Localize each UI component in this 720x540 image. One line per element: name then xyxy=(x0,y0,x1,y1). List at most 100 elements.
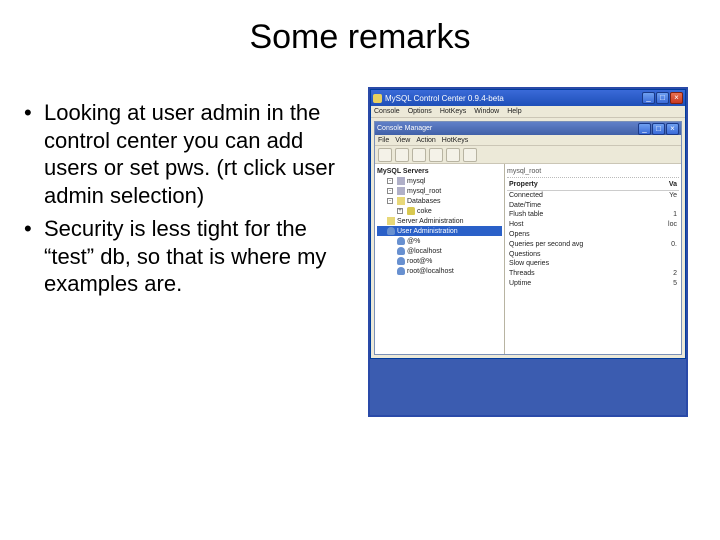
property-key: Threads xyxy=(509,269,535,279)
tree-item[interactable]: root@localhost xyxy=(377,266,502,276)
toolbar-button[interactable] xyxy=(429,148,443,162)
menu-item[interactable]: Action xyxy=(416,137,435,144)
property-key: Uptime xyxy=(509,279,531,289)
console-body: MySQL Servers - mysql - mysql_root - Database… xyxy=(375,164,681,354)
property-row: Host loc xyxy=(507,220,679,230)
serv-icon xyxy=(397,177,405,185)
user-icon xyxy=(397,267,405,275)
menu-item[interactable]: HotKeys xyxy=(442,137,468,144)
folder-icon xyxy=(397,197,405,205)
console-window: Console Manager _ □ × File View Action H… xyxy=(374,121,682,355)
property-key: Opens xyxy=(509,230,530,240)
tree-item-label: Databases xyxy=(407,198,440,205)
property-row: Slow queries xyxy=(507,259,679,269)
property-row: Threads 2 xyxy=(507,269,679,279)
tree-item-label: Server Administration xyxy=(397,218,464,225)
tree-root[interactable]: MySQL Servers xyxy=(377,167,502,176)
user-icon xyxy=(397,247,405,255)
properties-section: mysql_root xyxy=(507,167,679,178)
tree-item[interactable]: - mysql_root xyxy=(377,186,502,196)
tree-item[interactable]: Server Administration xyxy=(377,216,502,226)
tree-expander-icon[interactable]: - xyxy=(387,178,393,184)
tree-expander-icon[interactable]: - xyxy=(387,188,393,194)
property-key: Flush table xyxy=(509,210,543,220)
property-row: ConnectedYe xyxy=(507,191,679,201)
bullet-item: Looking at user admin in the control cen… xyxy=(20,99,360,209)
tree-item[interactable]: @% xyxy=(377,236,502,246)
bullet-list: Looking at user admin in the control cen… xyxy=(20,87,360,417)
tree-item-label: root@localhost xyxy=(407,268,454,275)
menu-item[interactable]: HotKeys xyxy=(440,108,466,115)
toolbar-button[interactable] xyxy=(378,148,392,162)
property-row: Queries per second avg 0. xyxy=(507,240,679,250)
maximize-button[interactable]: □ xyxy=(652,123,665,135)
inner-titlebar: Console Manager _ □ × xyxy=(375,122,681,135)
slide-body: Looking at user admin in the control cen… xyxy=(0,67,720,417)
property-value: loc xyxy=(668,220,677,230)
inner-menubar: File View Action HotKeys xyxy=(375,135,681,146)
inner-window-title: Console Manager xyxy=(377,125,432,132)
tree-item-label: @localhost xyxy=(407,248,442,255)
property-row: Flush table 1 xyxy=(507,210,679,220)
menu-item[interactable]: Help xyxy=(507,108,521,115)
tree-item-label: @% xyxy=(407,238,420,245)
server-tree[interactable]: MySQL Servers - mysql - mysql_root - Database… xyxy=(375,164,505,354)
tree-item[interactable]: - Databases xyxy=(377,196,502,206)
property-key: Questions xyxy=(509,250,541,260)
maximize-button[interactable]: □ xyxy=(656,92,669,104)
property-value: 2 xyxy=(673,269,677,279)
close-button[interactable]: × xyxy=(670,92,683,104)
outer-titlebar: MySQL Control Center 0.9.4-beta _ □ × xyxy=(371,90,685,106)
property-value: 0. xyxy=(671,240,677,250)
tree-item[interactable]: - mysql xyxy=(377,176,502,186)
property-key: Date/Time xyxy=(509,201,541,211)
property-key: Queries per second avg xyxy=(509,240,583,250)
user-icon xyxy=(397,237,405,245)
toolbar-button[interactable] xyxy=(446,148,460,162)
property-value: 1 xyxy=(673,210,677,220)
menu-item[interactable]: View xyxy=(395,137,410,144)
property-row: Date/Time xyxy=(507,201,679,211)
screenshot-figure: MySQL Control Center 0.9.4-beta _ □ × Co… xyxy=(368,87,688,417)
user-icon xyxy=(387,227,395,235)
toolbar-button[interactable] xyxy=(412,148,426,162)
tree-item[interactable]: User Administration xyxy=(377,226,502,236)
tree-expander-icon[interactable]: + xyxy=(397,208,403,214)
menu-item[interactable]: Console xyxy=(374,108,400,115)
property-row: Uptime 5 xyxy=(507,279,679,289)
property-row: Questions xyxy=(507,250,679,260)
property-value: 5 xyxy=(673,279,677,289)
tree-item-label: root@% xyxy=(407,258,432,265)
props-col-value: Va xyxy=(669,180,677,190)
outer-menubar: Console Options HotKeys Window Help xyxy=(371,106,685,118)
inner-toolbar xyxy=(375,146,681,164)
serv-icon xyxy=(397,187,405,195)
db-icon xyxy=(407,207,415,215)
close-button[interactable]: × xyxy=(666,123,679,135)
app-icon xyxy=(373,94,382,103)
outer-window-title: MySQL Control Center 0.9.4-beta xyxy=(385,94,504,103)
tree-item-label: mysql xyxy=(407,178,425,185)
property-key: Host xyxy=(509,220,523,230)
menu-item[interactable]: Options xyxy=(408,108,432,115)
tree-item-label: mysql_root xyxy=(407,188,441,195)
tree-item[interactable]: + coke xyxy=(377,206,502,216)
app-window: MySQL Control Center 0.9.4-beta _ □ × Co… xyxy=(370,89,686,359)
minimize-button[interactable]: _ xyxy=(638,123,651,135)
folder-icon xyxy=(387,217,395,225)
tree-item[interactable]: root@% xyxy=(377,256,502,266)
minimize-button[interactable]: _ xyxy=(642,92,655,104)
user-icon xyxy=(397,257,405,265)
tree-item-label: coke xyxy=(417,208,432,215)
bullet-item: Security is less tight for the “test” db… xyxy=(20,215,360,298)
tree-item[interactable]: @localhost xyxy=(377,246,502,256)
property-key: Connected xyxy=(509,191,543,201)
menu-item[interactable]: Window xyxy=(474,108,499,115)
toolbar-button[interactable] xyxy=(463,148,477,162)
toolbar-button[interactable] xyxy=(395,148,409,162)
property-row: Opens xyxy=(507,230,679,240)
slide-title: Some remarks xyxy=(0,0,720,67)
menu-item[interactable]: File xyxy=(378,137,389,144)
property-key: Slow queries xyxy=(509,259,549,269)
tree-expander-icon[interactable]: - xyxy=(387,198,393,204)
